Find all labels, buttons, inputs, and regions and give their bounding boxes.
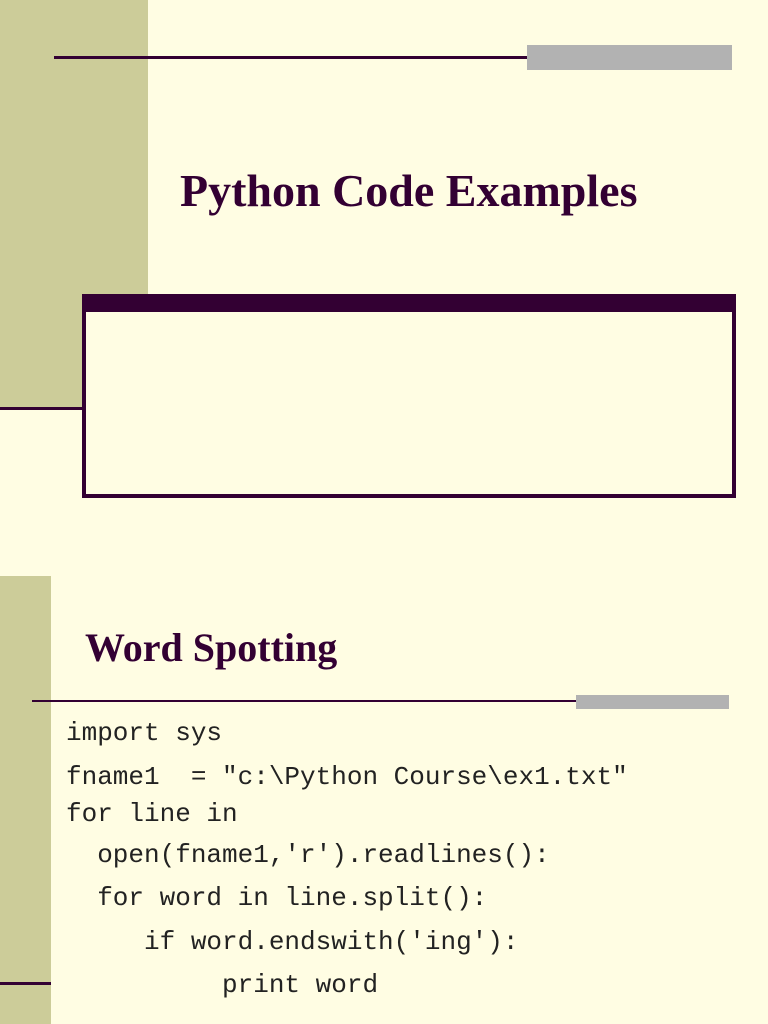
title-slide: Python Code Examples bbox=[0, 0, 768, 512]
code-line: open(fname1,'r').readlines(): bbox=[66, 839, 550, 870]
slide-title: Python Code Examples bbox=[180, 165, 638, 216]
side-rule bbox=[0, 407, 84, 410]
code-line: print word bbox=[66, 970, 379, 1000]
code-slide: Word Spotting import sys fname1 = "c:\Pyt… bbox=[0, 512, 768, 1024]
code-line: for word in line.split(): bbox=[66, 883, 488, 913]
code-line: if word.endswith('ing'): bbox=[66, 926, 519, 957]
code-block: import sys fname1 = "c:\Python Course\ex1… bbox=[66, 712, 628, 1008]
gray-accent-bar bbox=[527, 45, 732, 70]
slide-title: Word Spotting bbox=[85, 625, 338, 670]
code-line: for line in bbox=[66, 799, 238, 829]
gray-accent-bar bbox=[576, 695, 729, 709]
code-line: import sys bbox=[66, 718, 223, 748]
slide-sidebar bbox=[0, 576, 51, 1024]
subtitle-box bbox=[82, 294, 736, 498]
code-line: fname1 = "c:\Python Course\ex1.txt" bbox=[66, 761, 628, 792]
side-rule bbox=[0, 982, 51, 985]
